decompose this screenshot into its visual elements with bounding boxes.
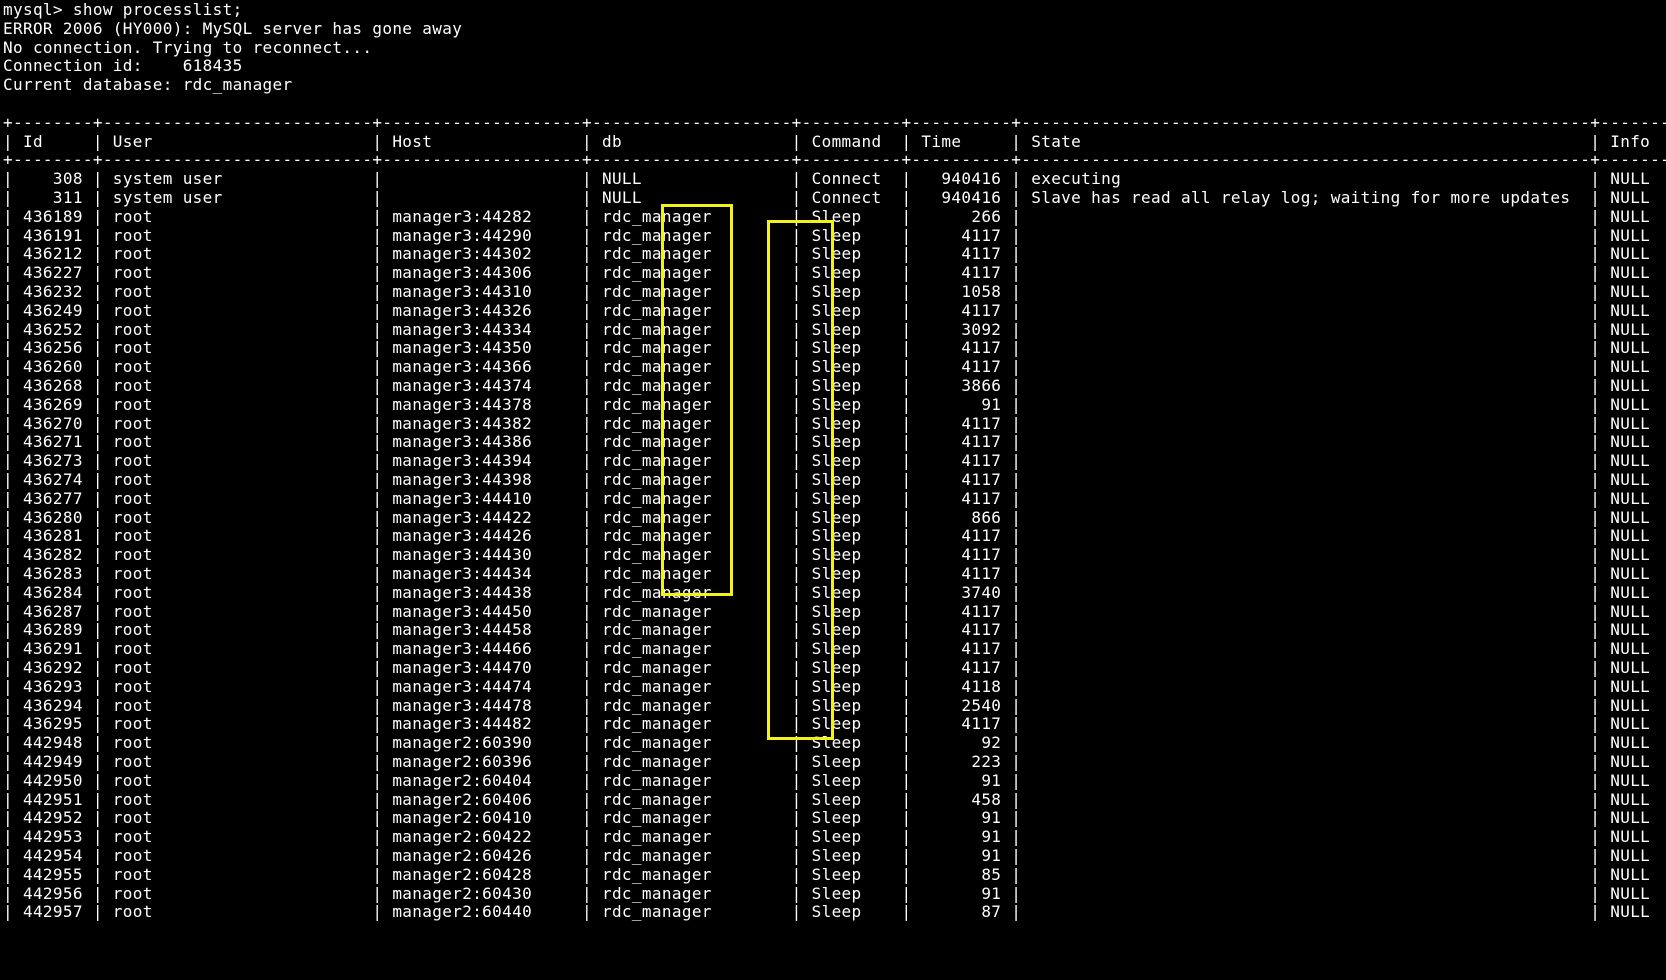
terminal-window[interactable]: mysql> show processlist; ERROR 2006 (HY00… xyxy=(0,0,1666,980)
table-row: | 436283 | root | manager3:44434 | rdc_m… xyxy=(3,564,1666,583)
table-row: | 442948 | root | manager2:60390 | rdc_m… xyxy=(3,733,1666,753)
table-row: | 436289 | root | manager3:44458 | rdc_m… xyxy=(3,620,1666,640)
table-row: | 436232 | root | manager3:44310 | rdc_m… xyxy=(3,282,1666,301)
table-row: | 436274 | root | manager3:44398 | rdc_m… xyxy=(3,470,1666,489)
table-row: | 436291 | root | manager3:44466 | rdc_m… xyxy=(3,639,1666,659)
table-row: | 436252 | root | manager3:44334 | rdc_m… xyxy=(3,319,1666,339)
current-database-line: Current database: rdc_manager xyxy=(3,75,293,95)
table-row: | 436292 | root | manager3:44470 | rdc_m… xyxy=(3,658,1666,677)
table-row: | 436249 | root | manager3:44326 | rdc_m… xyxy=(3,300,1666,320)
table-row: | 442952 | root | manager2:60410 | rdc_m… xyxy=(3,808,1666,828)
table-row: | 436294 | root | manager3:44478 | rdc_m… xyxy=(3,695,1666,715)
table-row: | 436281 | root | manager3:44426 | rdc_m… xyxy=(3,526,1666,546)
table-row: | 442957 | root | manager2:60440 | rdc_m… xyxy=(3,902,1666,922)
connection-id-line: Connection id: 618435 xyxy=(3,56,243,76)
command-prompt-line: mysql> show processlist; xyxy=(3,0,243,19)
table-row: | 442956 | root | manager2:60430 | rdc_m… xyxy=(3,883,1666,903)
table-row: | 311 | system user | | NULL | Connect |… xyxy=(3,188,1666,207)
table-row: | 436287 | root | manager3:44450 | rdc_m… xyxy=(3,601,1666,621)
table-row: | 436268 | root | manager3:44374 | rdc_m… xyxy=(3,376,1666,395)
table-header-row: | Id | User | Host | db | Command | Time… xyxy=(3,131,1666,151)
table-border-header: +--------+---------------------------+--… xyxy=(3,150,1666,170)
table-row: | 442951 | root | manager2:60406 | rdc_m… xyxy=(3,789,1666,809)
table-row: | 436269 | root | manager3:44378 | rdc_m… xyxy=(3,394,1666,414)
table-row: | 436284 | root | manager3:44438 | rdc_m… xyxy=(3,582,1666,602)
table-border-top: +--------+---------------------------+--… xyxy=(3,112,1666,132)
table-row: | 442949 | root | manager2:60396 | rdc_m… xyxy=(3,752,1666,771)
reconnect-message-line: No connection. Trying to reconnect... xyxy=(3,37,373,57)
error-message-line: ERROR 2006 (HY000): MySQL server has gon… xyxy=(3,18,463,38)
table-row: | 436256 | root | manager3:44350 | rdc_m… xyxy=(3,338,1666,358)
table-row: | 436295 | root | manager3:44482 | rdc_m… xyxy=(3,714,1666,734)
table-row: | 436270 | root | manager3:44382 | rdc_m… xyxy=(3,413,1666,433)
table-row: | 442954 | root | manager2:60426 | rdc_m… xyxy=(3,846,1666,865)
table-row: | 436191 | root | manager3:44290 | rdc_m… xyxy=(3,225,1666,245)
table-row: | 442955 | root | manager2:60428 | rdc_m… xyxy=(3,864,1666,884)
table-row: | 436280 | root | manager3:44422 | rdc_m… xyxy=(3,507,1666,527)
table-row: | 436293 | root | manager3:44474 | rdc_m… xyxy=(3,676,1666,696)
table-row: | 436277 | root | manager3:44410 | rdc_m… xyxy=(3,488,1666,508)
table-row: | 308 | system user | | NULL | Connect |… xyxy=(3,169,1666,189)
table-row: | 436282 | root | manager3:44430 | rdc_m… xyxy=(3,545,1666,565)
table-row: | 436227 | root | manager3:44306 | rdc_m… xyxy=(3,263,1666,283)
table-row: | 436260 | root | manager3:44366 | rdc_m… xyxy=(3,357,1666,377)
table-row: | 436273 | root | manager3:44394 | rdc_m… xyxy=(3,451,1666,471)
table-row: | 436189 | root | manager3:44282 | rdc_m… xyxy=(3,206,1666,226)
table-row: | 436212 | root | manager3:44302 | rdc_m… xyxy=(3,244,1666,264)
table-row: | 442950 | root | manager2:60404 | rdc_m… xyxy=(3,770,1666,790)
table-row: | 436271 | root | manager3:44386 | rdc_m… xyxy=(3,432,1666,452)
table-row: | 442953 | root | manager2:60422 | rdc_m… xyxy=(3,827,1666,847)
